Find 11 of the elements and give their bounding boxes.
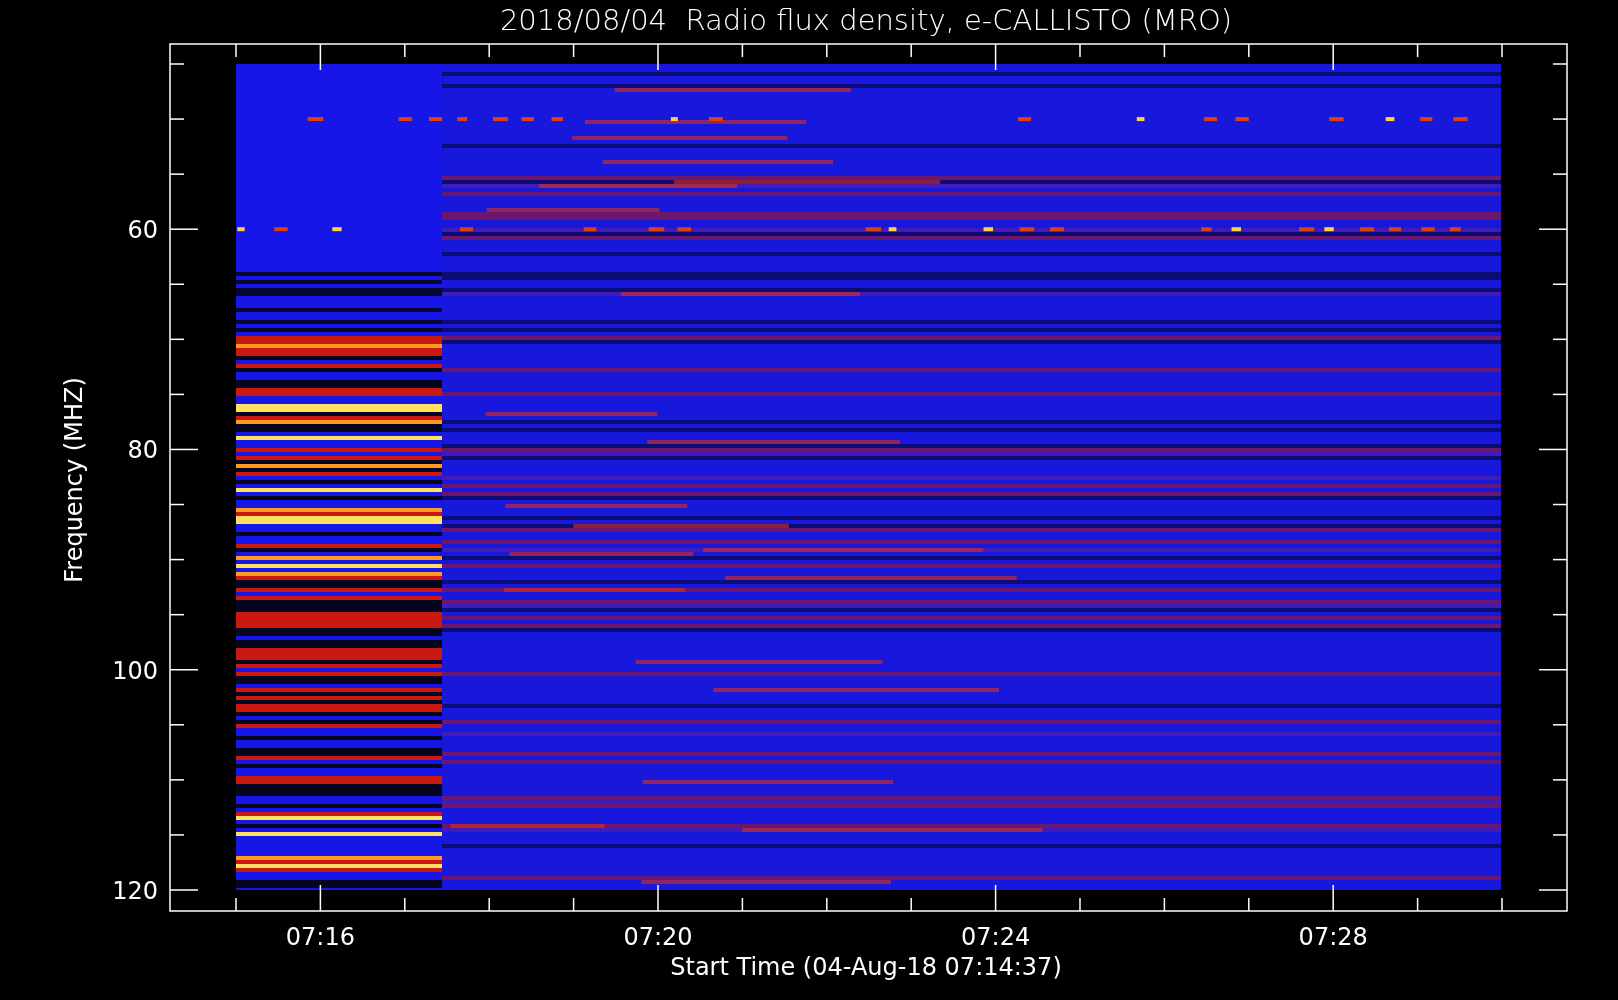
chart-title: 2018/08/04 Radio flux density, e-CALLISTO (MRO) [499, 3, 1233, 37]
x-tick-label: 07:16 [285, 923, 355, 951]
x-tick-label: 07:20 [623, 923, 693, 951]
y-tick-label: 120 [112, 877, 158, 905]
x-tick-label: 07:24 [961, 923, 1031, 951]
y-tick-label: 80 [127, 436, 158, 465]
y-tick-label: 60 [127, 216, 158, 245]
y-tick-label: 100 [112, 656, 158, 685]
y-axis-label: Frequency (MHZ) [60, 377, 88, 583]
x-axis-label: Start Time (04-Aug-18 07:14:37) [670, 953, 1062, 981]
x-tick-label: 07:28 [1298, 923, 1368, 951]
